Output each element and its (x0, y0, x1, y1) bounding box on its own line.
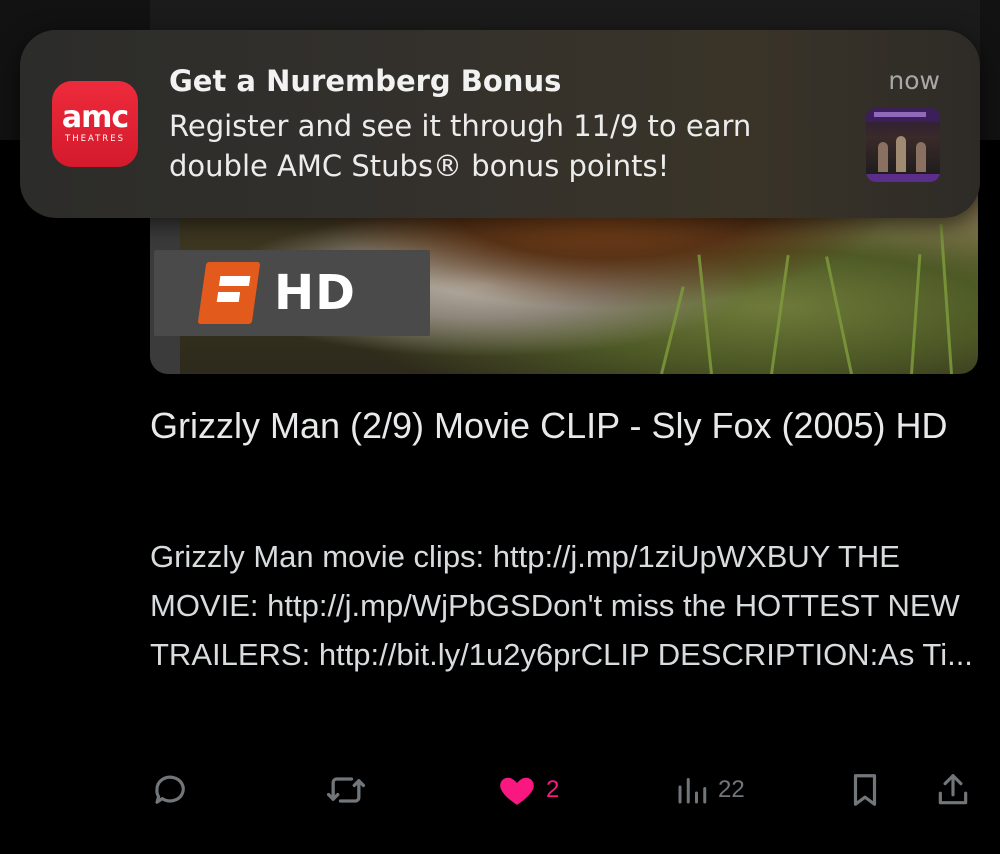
attachment-footer-strip (866, 174, 940, 182)
repost-button[interactable] (324, 768, 368, 812)
views-count: 22 (718, 776, 745, 803)
amc-logo-subtitle: THEATRES (65, 134, 125, 144)
notification-attachment-thumbnail (866, 108, 940, 182)
reply-button[interactable] (150, 768, 192, 812)
grass-blade (910, 254, 922, 374)
amc-logo-text: amc (61, 100, 129, 135)
bookmark-button[interactable] (846, 768, 884, 812)
grass-blade (697, 254, 713, 374)
like-button[interactable]: 2 (496, 768, 559, 812)
grass-blade (825, 256, 853, 374)
bookmark-icon (846, 769, 884, 811)
views-icon (674, 772, 710, 808)
like-count: 2 (546, 776, 560, 803)
video-card-title[interactable]: Grizzly Man (2/9) Movie CLIP - Sly Fox (… (150, 404, 950, 448)
attachment-header-strip (866, 108, 940, 122)
grass-blade (770, 254, 790, 374)
notification-time: now (888, 66, 940, 95)
attachment-figure (916, 142, 926, 172)
share-icon (934, 770, 972, 810)
share-button[interactable] (934, 768, 972, 812)
push-notification-banner[interactable]: amc THEATRES Get a Nuremberg Bonus Regis… (20, 30, 980, 218)
notification-title: Get a Nuremberg Bonus (169, 64, 562, 98)
hd-badge: HD (154, 250, 430, 336)
attachment-figure (896, 136, 906, 172)
notification-body: Register and see it through 11/9 to earn… (169, 109, 752, 183)
grass-blade (939, 224, 953, 374)
grass-blade (660, 286, 685, 374)
heart-filled-icon (496, 769, 538, 811)
amc-app-icon: amc THEATRES (52, 81, 138, 167)
reply-icon (150, 769, 192, 811)
hd-badge-text: HD (274, 265, 357, 321)
fandango-logo-icon (197, 262, 261, 324)
views-button[interactable]: 22 (674, 768, 745, 812)
attachment-figure (878, 142, 888, 172)
tweet-action-bar: 2 22 (0, 760, 1000, 820)
repost-icon (324, 768, 368, 812)
video-card-description: Grizzly Man movie clips: http://j.mp/1zi… (150, 539, 973, 672)
